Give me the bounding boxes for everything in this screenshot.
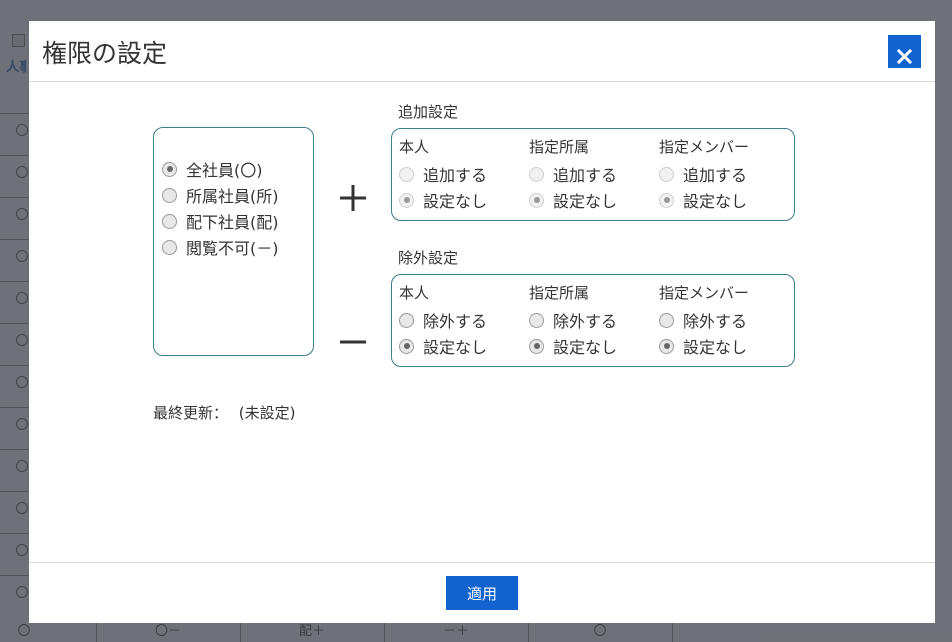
last-update-value: (未設定) <box>238 404 296 422</box>
radio-button <box>529 166 544 182</box>
radio-label: 設定なし <box>683 338 748 357</box>
add-settings-group: 本人 追加する 設定なし 指定所属 追加する 設定なし 指定メンバー 追加する … <box>391 128 795 221</box>
plus-sign-icon <box>340 185 366 211</box>
radio-button <box>529 192 544 208</box>
minus-sign-icon <box>340 340 366 344</box>
base-option-affiliated-employees[interactable]: 所属社員(所) <box>162 182 279 208</box>
radio-button[interactable] <box>162 239 177 255</box>
add-self-none-option: 設定なし <box>399 187 487 213</box>
permission-settings-dialog: 権限の設定 全社員(〇) 所属社員(所) 配下社員(配) 閲覧不可(－) 追加設… <box>29 21 935 623</box>
exclude-member-column: 指定メンバー 除外する 設定なし <box>659 283 749 359</box>
radio-label: 追加する <box>423 166 488 185</box>
radio-button[interactable] <box>659 338 674 354</box>
column-title: 指定メンバー <box>659 284 750 302</box>
radio-button[interactable] <box>162 213 177 229</box>
radio-button[interactable] <box>659 312 674 328</box>
radio-button <box>659 192 674 208</box>
exclude-member-exclude-option[interactable]: 除外する <box>659 307 749 333</box>
last-update: 最終更新： (未設定) <box>153 402 296 423</box>
add-member-column: 指定メンバー 追加する 設定なし <box>659 137 749 213</box>
column-title: 指定所属 <box>529 138 590 156</box>
exclude-department-column: 指定所属 除外する 設定なし <box>529 283 617 359</box>
exclude-self-none-option[interactable]: 設定なし <box>399 333 487 359</box>
radio-label: 所属社員(所) <box>186 187 279 206</box>
base-option-no-access[interactable]: 閲覧不可(－) <box>162 234 279 260</box>
radio-label: 設定なし <box>683 192 748 211</box>
add-member-none-option: 設定なし <box>659 187 749 213</box>
radio-button <box>399 166 414 182</box>
radio-label: 設定なし <box>423 338 488 357</box>
close-button[interactable] <box>888 35 921 68</box>
radio-label: 設定なし <box>553 338 618 357</box>
exclude-settings-title: 除外設定 <box>398 249 459 267</box>
close-icon <box>897 48 912 64</box>
dialog-footer: 適用 <box>29 562 935 623</box>
radio-button[interactable] <box>399 338 414 354</box>
radio-label: 除外する <box>423 312 488 331</box>
radio-button[interactable] <box>399 312 414 328</box>
add-department-column: 指定所属 追加する 設定なし <box>529 137 617 213</box>
radio-button[interactable] <box>529 338 544 354</box>
add-self-column: 本人 追加する 設定なし <box>399 137 487 213</box>
base-option-all-employees[interactable]: 全社員(〇) <box>162 156 279 182</box>
base-option-subordinate-employees[interactable]: 配下社員(配) <box>162 208 279 234</box>
add-department-none-option: 設定なし <box>529 187 617 213</box>
radio-button[interactable] <box>162 187 177 203</box>
exclude-department-none-option[interactable]: 設定なし <box>529 333 617 359</box>
radio-label: 全社員(〇) <box>186 161 263 180</box>
column-title: 指定メンバー <box>659 138 750 156</box>
radio-label: 閲覧不可(－) <box>186 239 279 258</box>
radio-label: 追加する <box>683 166 748 185</box>
apply-button[interactable]: 適用 <box>446 576 518 610</box>
exclude-member-none-option[interactable]: 設定なし <box>659 333 749 359</box>
last-update-label: 最終更新： <box>153 404 229 422</box>
column-title: 本人 <box>399 138 430 156</box>
radio-label: 除外する <box>553 312 618 331</box>
base-permission-group: 全社員(〇) 所属社員(所) 配下社員(配) 閲覧不可(－) <box>153 127 314 356</box>
add-department-add-option: 追加する <box>529 161 617 187</box>
dialog-title: 権限の設定 <box>42 39 168 68</box>
exclude-department-exclude-option[interactable]: 除外する <box>529 307 617 333</box>
radio-button[interactable] <box>162 161 177 177</box>
radio-label: 設定なし <box>423 192 488 211</box>
radio-label: 除外する <box>683 312 748 331</box>
add-settings-title: 追加設定 <box>398 103 459 121</box>
add-self-add-option: 追加する <box>399 161 487 187</box>
column-title: 指定所属 <box>529 284 590 302</box>
radio-label: 設定なし <box>553 192 618 211</box>
radio-button[interactable] <box>529 312 544 328</box>
dialog-header: 権限の設定 <box>29 21 935 82</box>
radio-button <box>399 192 414 208</box>
exclude-settings-group: 本人 除外する 設定なし 指定所属 除外する 設定なし 指定メンバー 除外する … <box>391 274 795 367</box>
radio-label: 配下社員(配) <box>186 213 279 232</box>
exclude-self-exclude-option[interactable]: 除外する <box>399 307 487 333</box>
radio-label: 追加する <box>553 166 618 185</box>
exclude-self-column: 本人 除外する 設定なし <box>399 283 487 359</box>
column-title: 本人 <box>399 284 430 302</box>
add-member-add-option: 追加する <box>659 161 749 187</box>
radio-button <box>659 166 674 182</box>
